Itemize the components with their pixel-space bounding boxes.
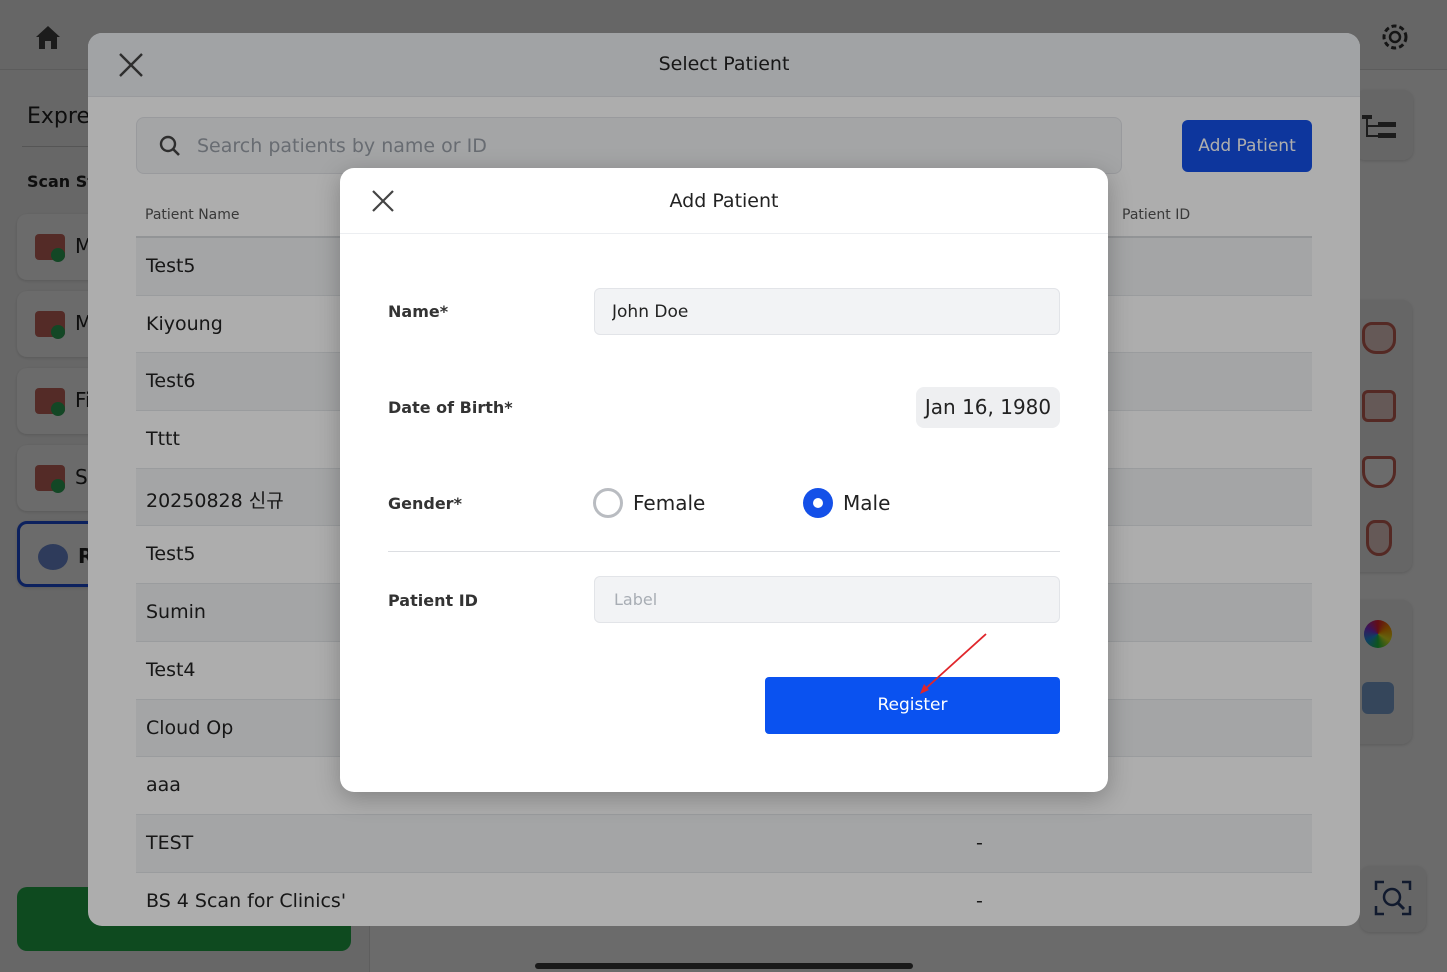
gender-label: Gender* (388, 494, 462, 513)
patient-id-field[interactable] (594, 576, 1060, 623)
name-label: Name* (388, 302, 449, 321)
female-radio[interactable] (593, 488, 623, 518)
male-radio[interactable] (803, 488, 833, 518)
patient-id-label: Patient ID (388, 591, 478, 610)
register-button[interactable]: Register (765, 677, 1060, 734)
add-patient-dialog: Add Patient Name* Date of Birth* Jan 16,… (340, 168, 1108, 792)
male-radio-label[interactable]: Male (843, 491, 890, 515)
home-indicator[interactable] (535, 963, 913, 969)
add-patient-header: Add Patient (340, 168, 1108, 234)
form-divider (388, 551, 1060, 552)
date-of-birth-label: Date of Birth* (388, 398, 513, 417)
date-of-birth-picker[interactable]: Jan 16, 1980 (916, 387, 1060, 428)
name-field[interactable] (594, 288, 1060, 335)
annotation-arrow (920, 633, 987, 694)
female-radio-label[interactable]: Female (633, 491, 705, 515)
dialog-title: Add Patient (669, 190, 779, 212)
